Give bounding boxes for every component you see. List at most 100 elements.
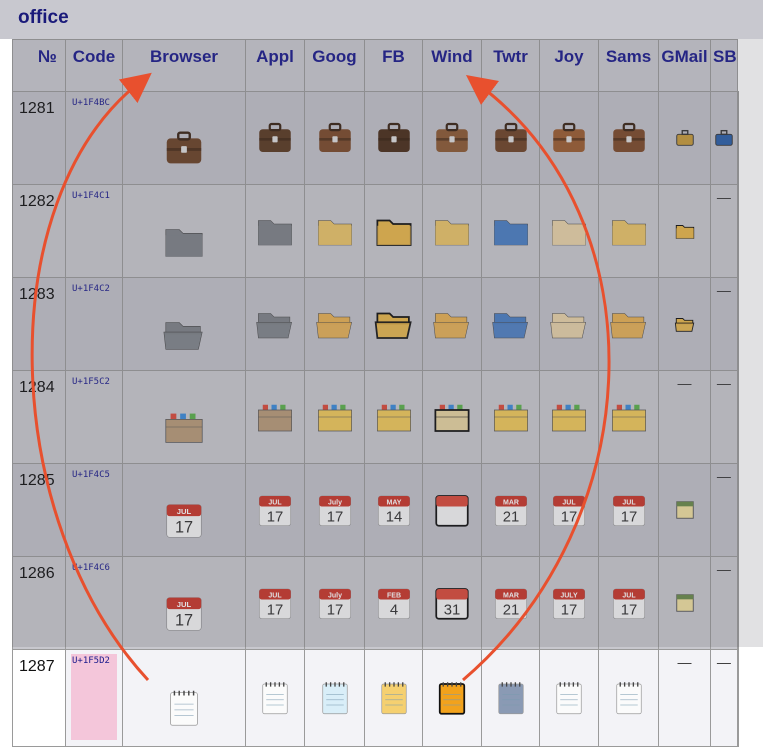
not-available-dash: — xyxy=(716,282,731,298)
vendor-cell-fb: FEB 4 xyxy=(364,556,423,650)
row-number: 1284 xyxy=(12,370,66,464)
folder-icon xyxy=(373,210,415,252)
briefcase-icon xyxy=(431,117,473,159)
open-folder-icon xyxy=(254,303,296,345)
vendor-cell-joy xyxy=(539,277,599,371)
calendar-icon: MAR 21 xyxy=(490,489,532,531)
vendor-cell-appl xyxy=(245,91,305,185)
section-title: office xyxy=(18,7,69,28)
col-header-fb[interactable]: FB xyxy=(364,39,423,92)
vendor-cell-sb xyxy=(736,184,739,278)
col-header-sams[interactable]: Sams xyxy=(598,39,659,92)
calendar-icon: July 17 xyxy=(314,489,356,531)
col-header-number[interactable]: № xyxy=(12,39,66,92)
vendor-cell-wind xyxy=(422,184,482,278)
col-header-twtr[interactable]: Twtr xyxy=(481,39,540,92)
calendar-icon: JUL 17 xyxy=(608,489,650,531)
svg-text:JUL: JUL xyxy=(622,499,636,506)
vendor-cell-sams xyxy=(598,649,659,747)
svg-text:JUL: JUL xyxy=(177,507,192,516)
vendor-cell-goog xyxy=(304,184,365,278)
vendor-cell-gmail xyxy=(658,277,711,371)
codepoint-link[interactable]: U+1F4C1 xyxy=(72,191,110,201)
notepad-icon xyxy=(254,677,296,719)
notepad-icon xyxy=(431,677,473,719)
header-row: № Code Browser Appl Goog FB Wind Twtr Jo… xyxy=(12,39,739,92)
codepoint-cell[interactable]: U+1F4BC xyxy=(65,91,123,185)
notepad-icon xyxy=(373,677,415,719)
folder-icon xyxy=(314,210,356,252)
svg-text:July: July xyxy=(327,499,341,506)
codepoint-link[interactable]: U+1F4BC xyxy=(72,98,110,108)
svg-text:FEB: FEB xyxy=(387,592,401,599)
tearoff-calendar-icon: 31 xyxy=(431,582,473,624)
svg-text:17: 17 xyxy=(620,509,637,525)
col-header-goog[interactable]: Goog xyxy=(304,39,365,92)
codepoint-cell[interactable]: U+1F4C5 xyxy=(65,463,123,557)
vendor-cell-goog: July 17 xyxy=(304,463,365,557)
card-index-icon xyxy=(373,396,415,438)
col-header-code[interactable]: Code xyxy=(65,39,123,92)
vendor-cell-fb xyxy=(364,184,423,278)
vendor-cell-gmail xyxy=(658,91,711,185)
vendor-cell-twtr xyxy=(481,277,540,371)
codepoint-cell[interactable]: U+1F5C2 xyxy=(65,370,123,464)
vendor-cell-fb xyxy=(364,649,423,747)
briefcase-small-icon xyxy=(674,127,696,149)
not-available-dash: — xyxy=(716,189,731,205)
tearoff-calendar-icon: JUL 17 xyxy=(608,582,650,624)
vendor-cell-browser xyxy=(122,91,246,185)
card-index-icon xyxy=(608,396,650,438)
svg-text:JUL: JUL xyxy=(622,592,636,599)
tearoff-calendar-icon: FEB 4 xyxy=(373,582,415,624)
svg-text:17: 17 xyxy=(561,602,578,618)
svg-text:17: 17 xyxy=(561,509,578,525)
vendor-cell-sb xyxy=(710,91,738,185)
vendor-cell-sb xyxy=(736,556,739,650)
open-folder-icon xyxy=(314,303,356,345)
svg-text:JUL: JUL xyxy=(562,499,576,506)
vendor-cell-goog xyxy=(304,649,365,747)
codepoint-link[interactable]: U+1F5D2 xyxy=(72,656,110,666)
vendor-cell-sb: — xyxy=(710,649,738,747)
col-header-joy[interactable]: Joy xyxy=(539,39,599,92)
tearoff-calendar-icon: JUL 17 xyxy=(161,590,207,636)
table-row: 1284 U+1F5C2 — — xyxy=(12,370,739,464)
codepoint-cell[interactable]: U+1F5D2 xyxy=(65,649,123,747)
card-index-icon xyxy=(431,396,473,438)
vendor-cell-sb: — xyxy=(710,556,738,650)
vendor-cell-goog xyxy=(304,277,365,371)
vendor-cell-sams xyxy=(598,184,659,278)
codepoint-cell[interactable]: U+1F4C6 xyxy=(65,556,123,650)
card-index-icon xyxy=(490,396,532,438)
codepoint-link[interactable]: U+1F5C2 xyxy=(72,377,110,387)
svg-text:MAR: MAR xyxy=(503,592,519,599)
card-index-icon xyxy=(254,396,296,438)
col-header-wind[interactable]: Wind xyxy=(422,39,482,92)
vendor-cell-wind: 31 xyxy=(422,556,482,650)
vendor-cell-joy xyxy=(539,184,599,278)
codepoint-link[interactable]: U+1F4C2 xyxy=(72,284,110,294)
vendor-cell-sb: — xyxy=(710,184,738,278)
calendar-icon: JUL 17 xyxy=(161,497,207,543)
vendor-cell-sb xyxy=(736,370,739,464)
col-header-browser[interactable]: Browser xyxy=(122,39,246,92)
codepoint-link[interactable]: U+1F4C6 xyxy=(72,563,110,573)
col-header-gmail[interactable]: GMail xyxy=(658,39,711,92)
svg-text:21: 21 xyxy=(502,602,519,618)
vendor-cell-goog xyxy=(304,91,365,185)
svg-text:17: 17 xyxy=(620,602,637,618)
vendor-cell-gmail: — xyxy=(658,649,711,747)
svg-text:31: 31 xyxy=(444,602,461,618)
vendor-cell-goog xyxy=(304,370,365,464)
codepoint-link[interactable]: U+1F4C5 xyxy=(72,470,110,480)
vendor-cell-twtr xyxy=(481,370,540,464)
folder-icon xyxy=(608,210,650,252)
open-folder-icon xyxy=(161,311,207,357)
codepoint-cell[interactable]: U+1F4C1 xyxy=(65,184,123,278)
col-header-appl[interactable]: Appl xyxy=(245,39,305,92)
codepoint-cell[interactable]: U+1F4C2 xyxy=(65,277,123,371)
col-header-sb[interactable]: SB xyxy=(710,39,738,92)
svg-text:21: 21 xyxy=(502,509,519,525)
not-available-dash: — xyxy=(716,468,731,484)
